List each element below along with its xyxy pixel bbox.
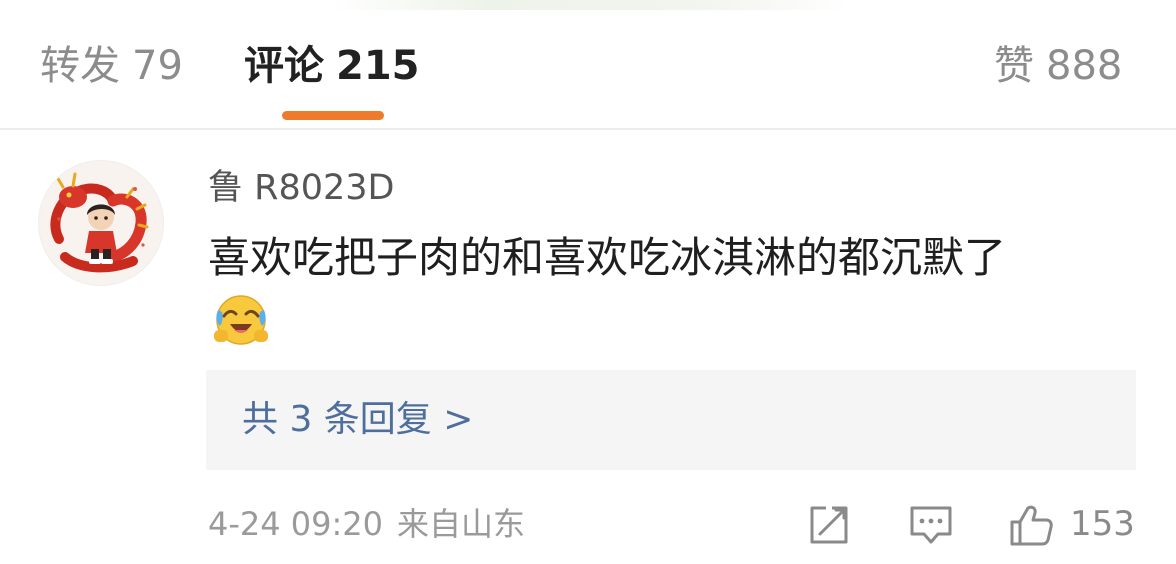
comment-text: 喜欢吃把子肉的和喜欢吃冰淇淋的都沉默了 <box>208 233 1007 282</box>
like-count: 153 <box>1070 504 1135 544</box>
active-tab-indicator <box>282 111 384 120</box>
tab-bar: 转发 79 评论 215 赞 888 <box>0 0 1176 128</box>
tab-likes[interactable]: 赞 888 <box>994 36 1122 96</box>
tab-comments[interactable]: 评论 215 <box>244 36 420 96</box>
tab-comments-label: 评论 <box>244 43 324 89</box>
tab-divider <box>0 128 1176 130</box>
tab-repost-label: 转发 <box>40 43 120 89</box>
comment-username[interactable]: 鲁 R8023D <box>208 164 394 212</box>
share-icon[interactable] <box>806 502 852 548</box>
thumbs-up-icon[interactable] <box>1008 502 1054 548</box>
laughing-crying-emoji-icon <box>212 290 270 348</box>
comment-screen: 转发 79 评论 215 赞 888 鲁 R8023D 喜欢吃把子肉的和喜欢吃冰… <box>0 0 1176 564</box>
comment-meta: 4-24 09:20 来自山东 <box>208 500 525 548</box>
tab-likes-count: 888 <box>1046 43 1123 89</box>
avatar[interactable] <box>38 160 164 286</box>
tab-likes-label: 赞 <box>994 43 1034 89</box>
comment-timestamp: 4-24 09:20 <box>208 505 384 543</box>
avatar-dragon-image <box>39 161 163 285</box>
tab-repost[interactable]: 转发 79 <box>40 36 183 96</box>
replies-panel[interactable]: 共 3 条回复 > <box>206 370 1136 470</box>
tab-repost-count: 79 <box>132 43 183 89</box>
tab-comments-count: 215 <box>336 43 420 89</box>
comment-reply-icon[interactable] <box>908 502 954 548</box>
comment-location: 来自山东 <box>397 505 526 543</box>
view-replies-link[interactable]: 共 3 条回复 > <box>242 394 473 446</box>
